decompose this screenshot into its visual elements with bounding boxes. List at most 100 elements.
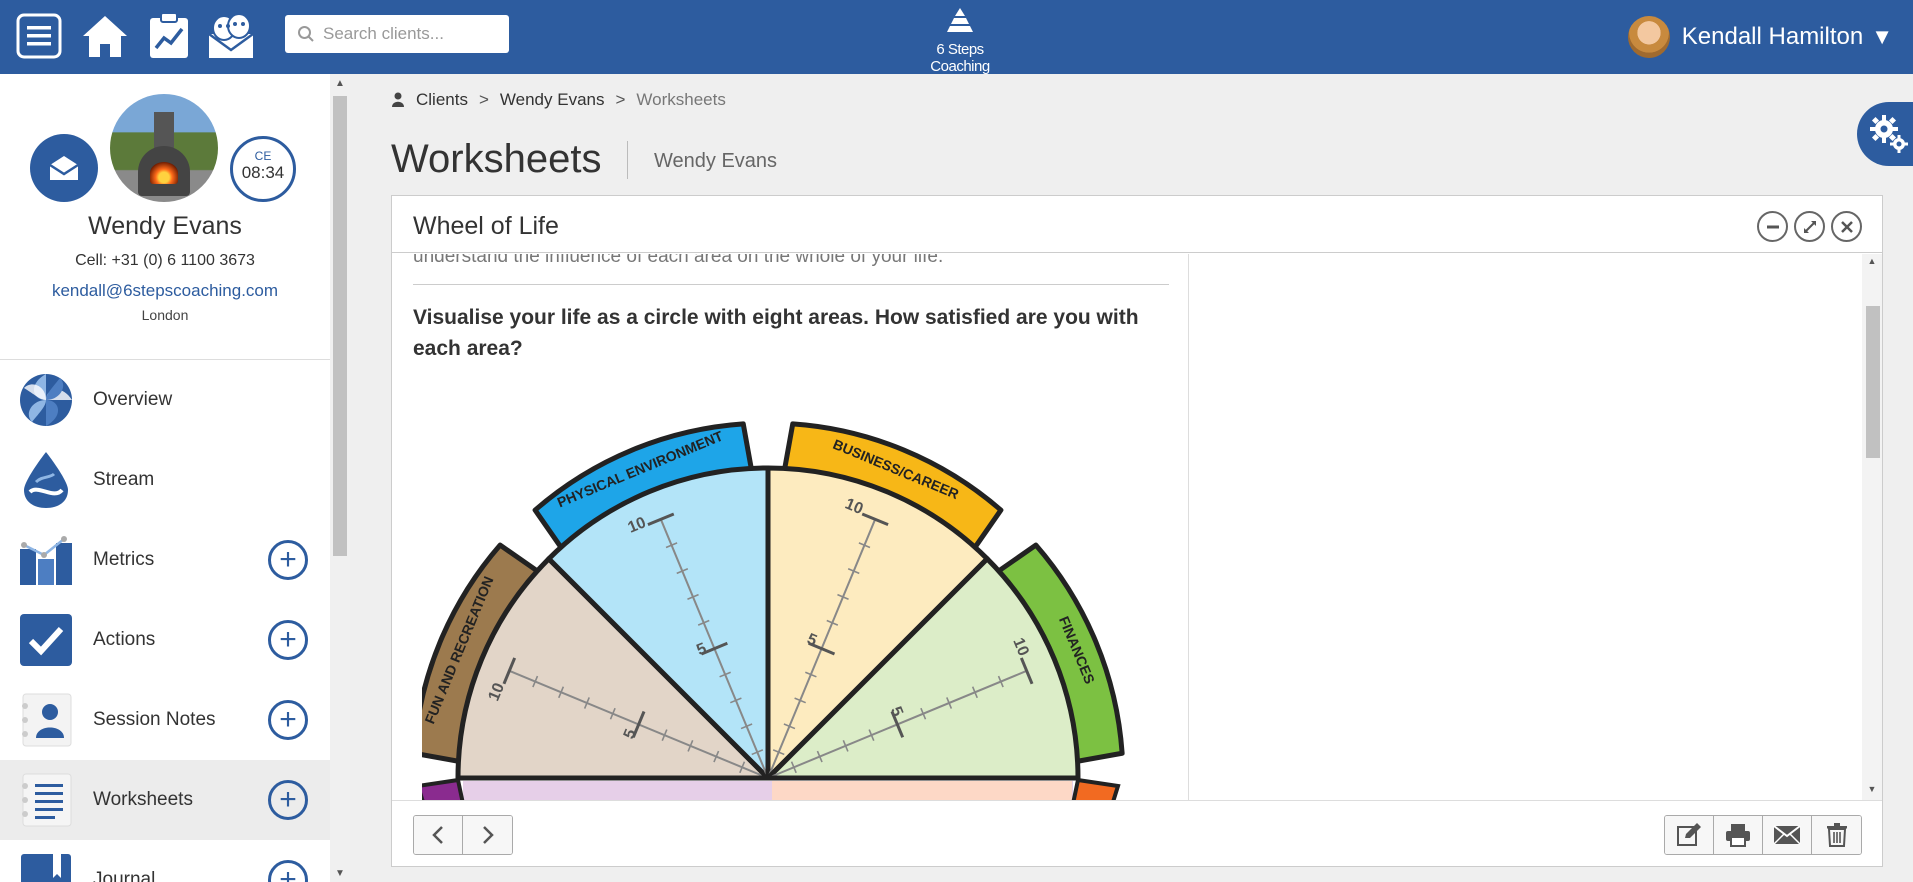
nav-label-worksheets: Worksheets — [93, 789, 193, 810]
user-icon — [392, 92, 404, 108]
sidebar-scroll-thumb[interactable] — [333, 96, 347, 556]
nav-label-overview: Overview — [93, 389, 173, 410]
metrics-bars-icon — [18, 532, 74, 588]
pyramid-logo-icon — [947, 8, 973, 32]
title-divider — [627, 141, 628, 179]
nav-item-actions[interactable]: Actions + — [0, 600, 330, 680]
panel-footer — [392, 800, 1882, 866]
client-sidebar: CE 08:34 Wendy Evans Cell: +31 (0) 6 110… — [0, 74, 330, 882]
breadcrumb: Clients > Wendy Evans > Worksheets — [392, 90, 726, 110]
client-city: London — [141, 307, 189, 323]
close-icon — [1840, 220, 1853, 233]
masks-mail-icon[interactable] — [206, 10, 256, 62]
add-session-note-button[interactable]: + — [268, 700, 308, 740]
menu-icon[interactable] — [14, 10, 64, 62]
client-cell: Cell: +31 (0) 6 1100 3673 — [75, 252, 255, 269]
search-box[interactable] — [285, 15, 509, 53]
worksheet-content: understand the influence of each area on… — [392, 254, 1188, 800]
ce-time: 08:34 — [241, 163, 285, 182]
breadcrumb-separator: > — [615, 90, 626, 109]
gears-icon — [1870, 115, 1908, 153]
close-button[interactable] — [1831, 211, 1862, 242]
divider — [413, 284, 1169, 285]
session-notes-person-icon — [18, 692, 74, 748]
wheel-lower-tab — [422, 777, 465, 800]
minimize-button[interactable] — [1757, 211, 1788, 242]
user-avatar — [1627, 16, 1670, 58]
nav-item-session-notes[interactable]: Session Notes + — [0, 680, 330, 760]
worksheets-list-icon — [18, 772, 74, 828]
add-worksheet-button[interactable]: + — [268, 780, 308, 820]
breadcrumb-clients[interactable]: Clients — [416, 90, 468, 110]
user-menu[interactable]: Kendall Hamilton ▼ — [1627, 16, 1893, 58]
nav-item-worksheets[interactable]: Worksheets + — [0, 760, 330, 840]
client-name: Wendy Evans — [88, 212, 242, 240]
overview-swirl-icon — [18, 372, 74, 428]
wheel-lower-tab — [1071, 777, 1121, 800]
add-action-button[interactable]: + — [268, 620, 308, 660]
intro-text: understand the influence of each area on… — [413, 254, 944, 267]
column-divider — [1188, 254, 1189, 800]
page-title: Worksheets — [391, 137, 602, 181]
top-bar: 6 Steps Coaching Kendall Hamilton ▼ — [0, 0, 1913, 75]
compress-arrows-icon — [1803, 220, 1816, 233]
search-icon — [297, 25, 315, 43]
client-email[interactable]: kendall@6stepscoaching.com — [0, 281, 330, 301]
nav-item-overview[interactable]: Overview — [0, 360, 330, 440]
next-button[interactable] — [463, 816, 512, 854]
home-icon[interactable] — [80, 10, 130, 62]
chevron-right-icon — [482, 826, 494, 844]
previous-button[interactable] — [414, 816, 463, 854]
wheel-lower-segment — [772, 781, 1072, 800]
wheel-of-life-diagram: 105FUN AND RECREATION105PHYSICAL ENVIRON… — [422, 421, 1125, 800]
panel-scroll-thumb[interactable] — [1866, 306, 1880, 458]
panel-header: Wheel of Life — [392, 196, 1882, 253]
nav-item-metrics[interactable]: Metrics + — [0, 520, 330, 600]
add-journal-button[interactable]: + — [268, 860, 308, 882]
nav-item-journal[interactable]: Journal + — [0, 840, 330, 882]
pager-buttons — [413, 815, 513, 855]
nav-item-stream[interactable]: Stream — [0, 440, 330, 520]
minus-icon — [1766, 225, 1779, 228]
nav-label-journal: Journal — [93, 869, 156, 882]
nav-label-session-notes: Session Notes — [93, 709, 216, 730]
settings-tab[interactable] — [1857, 102, 1913, 166]
client-profile: CE 08:34 Wendy Evans Cell: +31 (0) 6 110… — [0, 74, 330, 360]
clipboard-chart-icon[interactable] — [144, 10, 194, 62]
brand-logo[interactable]: 6 Steps Coaching — [910, 6, 1010, 75]
panel-scrollbar[interactable]: ▲ ▼ — [1862, 254, 1882, 800]
sidebar-scrollbar[interactable]: ▲ ▼ — [330, 74, 350, 882]
nav-label-actions: Actions — [93, 629, 156, 650]
checkbox-icon — [18, 612, 74, 668]
breadcrumb-client[interactable]: Wendy Evans — [500, 90, 605, 110]
nav-label-metrics: Metrics — [93, 549, 155, 570]
expand-button[interactable] — [1794, 211, 1825, 242]
panel-body[interactable]: understand the influence of each area on… — [392, 254, 1882, 800]
worksheet-actions — [1664, 815, 1862, 855]
envelope-icon — [1773, 825, 1801, 845]
printer-icon — [1726, 824, 1750, 847]
page-subtitle: Wendy Evans — [654, 150, 778, 172]
print-button[interactable] — [1714, 816, 1763, 854]
scroll-up-icon[interactable]: ▲ — [1862, 256, 1882, 266]
chevron-left-icon — [432, 826, 443, 844]
worksheet-panel: Wheel of Life understand the influence o… — [391, 195, 1883, 867]
scroll-down-icon[interactable]: ▼ — [330, 868, 350, 879]
email-button[interactable] — [1763, 816, 1812, 854]
logo-text: 6 Steps Coaching — [930, 41, 990, 75]
nav-label-stream: Stream — [93, 469, 155, 490]
user-name: Kendall Hamilton — [1681, 23, 1864, 50]
message-button[interactable] — [30, 134, 98, 202]
stream-drop-icon — [18, 452, 74, 508]
ce-label: CE — [254, 149, 272, 163]
ce-timer[interactable]: CE 08:34 — [230, 136, 296, 202]
delete-button[interactable] — [1812, 816, 1861, 854]
client-photo — [110, 94, 218, 202]
search-input[interactable] — [323, 24, 503, 44]
scroll-down-icon[interactable]: ▼ — [1862, 784, 1882, 794]
add-metric-button[interactable]: + — [268, 540, 308, 580]
edit-button[interactable] — [1665, 816, 1714, 854]
scroll-up-icon[interactable]: ▲ — [330, 78, 350, 89]
question-text: Visualise your life as a circle with eig… — [413, 306, 1139, 360]
caret-down-icon: ▼ — [1871, 24, 1893, 49]
